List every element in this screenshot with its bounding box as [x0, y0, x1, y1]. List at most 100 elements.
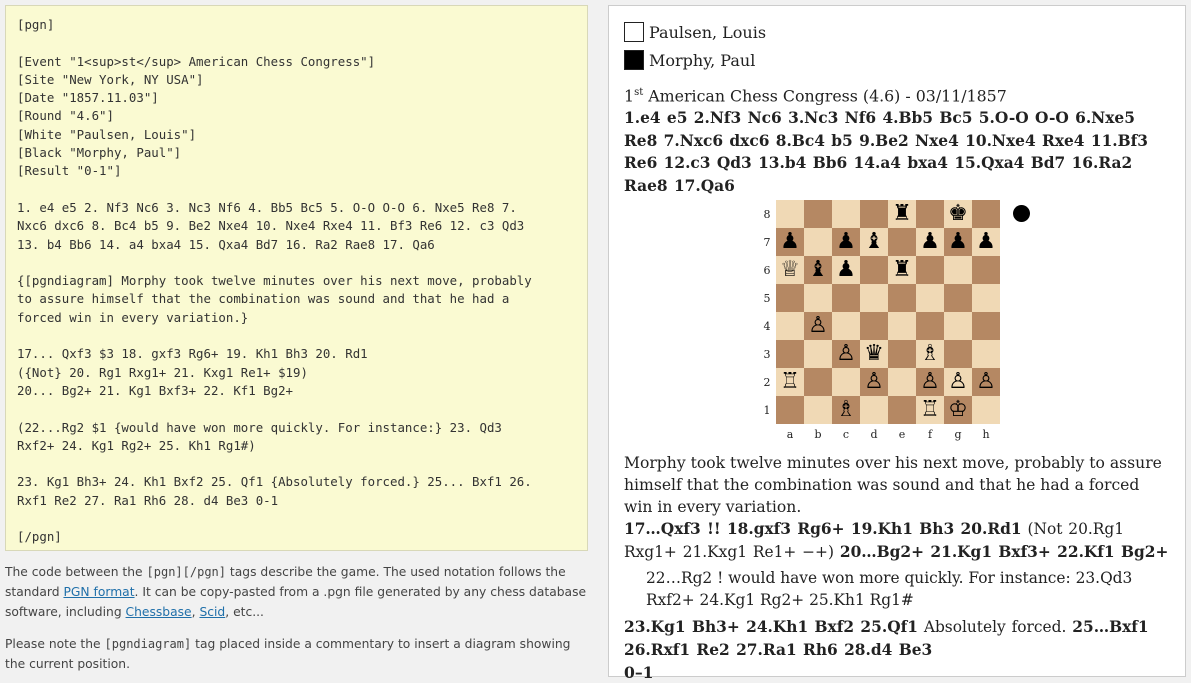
board-square-g4 — [944, 312, 972, 340]
board-square-e3 — [888, 340, 916, 368]
event-details: American Chess Congress (4.6) - 03/11/18… — [643, 86, 1007, 106]
board-square-e1 — [888, 396, 916, 424]
file-label: d — [870, 428, 878, 441]
event-header: 1st American Chess Congress (4.6) - 03/1… — [624, 79, 1171, 107]
pgn-format-link[interactable]: PGN format — [63, 585, 134, 599]
note-text: The code between the — [5, 565, 147, 579]
board-square-f2: ♙ — [916, 368, 944, 396]
board-square-c4 — [832, 312, 860, 340]
board-square-h3 — [972, 340, 1000, 368]
file-label: a — [786, 428, 794, 441]
board-square-f8 — [916, 200, 944, 228]
board-square-h7: ♟ — [972, 228, 1000, 256]
board-square-h4 — [972, 312, 1000, 340]
file-label: h — [982, 428, 990, 441]
main-moves: 1.e4 e5 2.Nf3 Nc6 3.Nc3 Nf6 4.Bb5 Bc5 5.… — [624, 109, 1148, 195]
board-square-b5 — [804, 284, 832, 312]
moves-segment: 17…Qxf3 !! 18.gxf3 Rg6+ 19.Kh1 Bh3 20.Rd… — [624, 520, 1022, 538]
rank-label: 5 — [763, 292, 771, 305]
board-square-c2 — [832, 368, 860, 396]
board-square-d8 — [860, 200, 888, 228]
board-square-g3 — [944, 340, 972, 368]
rank-label: 4 — [763, 320, 771, 333]
move-comment: Morphy took twelve minutes over his next… — [624, 454, 1162, 516]
board-square-a3 — [776, 340, 804, 368]
scid-link[interactable]: Scid — [199, 605, 225, 619]
moves-annotation: Absolutely forced. — [917, 618, 1073, 636]
file-label: g — [954, 428, 962, 441]
board-square-b1 — [804, 396, 832, 424]
file-label: b — [814, 428, 822, 441]
board-square-b3 — [804, 340, 832, 368]
board-square-f7: ♟ — [916, 228, 944, 256]
board-square-b2 — [804, 368, 832, 396]
board-square-g5 — [944, 284, 972, 312]
board-square-g8: ♚ — [944, 200, 972, 228]
board-square-f6 — [916, 256, 944, 284]
white-square-icon — [624, 22, 644, 42]
board-square-e6: ♜ — [888, 256, 916, 284]
side-to-move-indicator — [1013, 205, 1030, 222]
moves-segment: 23.Kg1 Bh3+ 24.Kh1 Bxf2 25.Qf1 — [624, 618, 918, 636]
board-square-e4 — [888, 312, 916, 340]
rank-label: 3 — [763, 348, 771, 361]
pgn-tag-code: [pgn][/pgn] — [146, 565, 227, 579]
variation-line: 22…Rg2 ! would have won more quickly. Fo… — [646, 569, 1133, 609]
rank-label: 7 — [763, 236, 771, 249]
board-square-h6 — [972, 256, 1000, 284]
board-square-g2: ♙ — [944, 368, 972, 396]
file-label: c — [842, 428, 850, 441]
board-square-e8: ♜ — [888, 200, 916, 228]
board-square-d7: ♝ — [860, 228, 888, 256]
pgndiagram-tag-code: [pgndiagram] — [104, 637, 192, 651]
board-square-a4 — [776, 312, 804, 340]
board-square-e2 — [888, 368, 916, 396]
board-square-c3: ♙ — [832, 340, 860, 368]
pgn-description: The code between the [pgn][/pgn] tags de… — [5, 562, 588, 622]
board-square-h1 — [972, 396, 1000, 424]
white-player-name: Paulsen, Louis — [649, 22, 767, 42]
board-square-f5 — [916, 284, 944, 312]
board-square-d1 — [860, 396, 888, 424]
board-square-h5 — [972, 284, 1000, 312]
board-square-g1: ♔ — [944, 396, 972, 424]
board-square-d4 — [860, 312, 888, 340]
event-number: 1 — [624, 86, 635, 106]
file-label: e — [898, 428, 906, 441]
board-square-c1: ♗ — [832, 396, 860, 424]
rank-label: 2 — [763, 376, 771, 389]
board-square-c5 — [832, 284, 860, 312]
note-text: , etc... — [225, 605, 264, 619]
black-player-name: Morphy, Paul — [649, 50, 756, 70]
event-ordinal: st — [634, 87, 644, 98]
chessbase-link[interactable]: Chessbase — [126, 605, 192, 619]
chessboard: ♜ ♚ ♟ ♟ ♝ ♟ ♟ ♟ ♕ ♝ ♟ ♜ ♙ ♙ ♛ ♗ ♖ ♙ ♙ ♙ ♙ ♗ ♖ ♔ — [776, 200, 1000, 424]
pgn-source-panel: [pgn] [Event "1<sup>st</sup> American Ch… — [5, 5, 588, 671]
board-square-c6: ♟ — [832, 256, 860, 284]
rendered-game-panel: Paulsen, Louis Morphy, Paul 1st American… — [608, 5, 1186, 682]
board-square-b8 — [804, 200, 832, 228]
board-square-h2: ♙ — [972, 368, 1000, 396]
board-square-a8 — [776, 200, 804, 228]
note-text: Please note the — [5, 637, 105, 651]
black-square-icon — [624, 50, 644, 70]
board-square-d2: ♙ — [860, 368, 888, 396]
board-square-d5 — [860, 284, 888, 312]
board-square-f4 — [916, 312, 944, 340]
board-square-a6: ♕ — [776, 256, 804, 284]
board-square-e5 — [888, 284, 916, 312]
rank-label: 6 — [763, 264, 771, 277]
board-square-c7: ♟ — [832, 228, 860, 256]
board-square-g7: ♟ — [944, 228, 972, 256]
board-square-a5 — [776, 284, 804, 312]
board-square-g6 — [944, 256, 972, 284]
rank-label: 8 — [763, 208, 771, 221]
board-square-a1 — [776, 396, 804, 424]
file-label: f — [927, 428, 933, 441]
board-square-f3: ♗ — [916, 340, 944, 368]
board-square-f1: ♖ — [916, 396, 944, 424]
moves-line-3: 23.Kg1 Bh3+ 24.Kh1 Bxf2 25.Qf1 Absolutel… — [624, 616, 1171, 661]
rank-label: 1 — [763, 404, 771, 417]
board-square-a2: ♖ — [776, 368, 804, 396]
board-square-b7 — [804, 228, 832, 256]
